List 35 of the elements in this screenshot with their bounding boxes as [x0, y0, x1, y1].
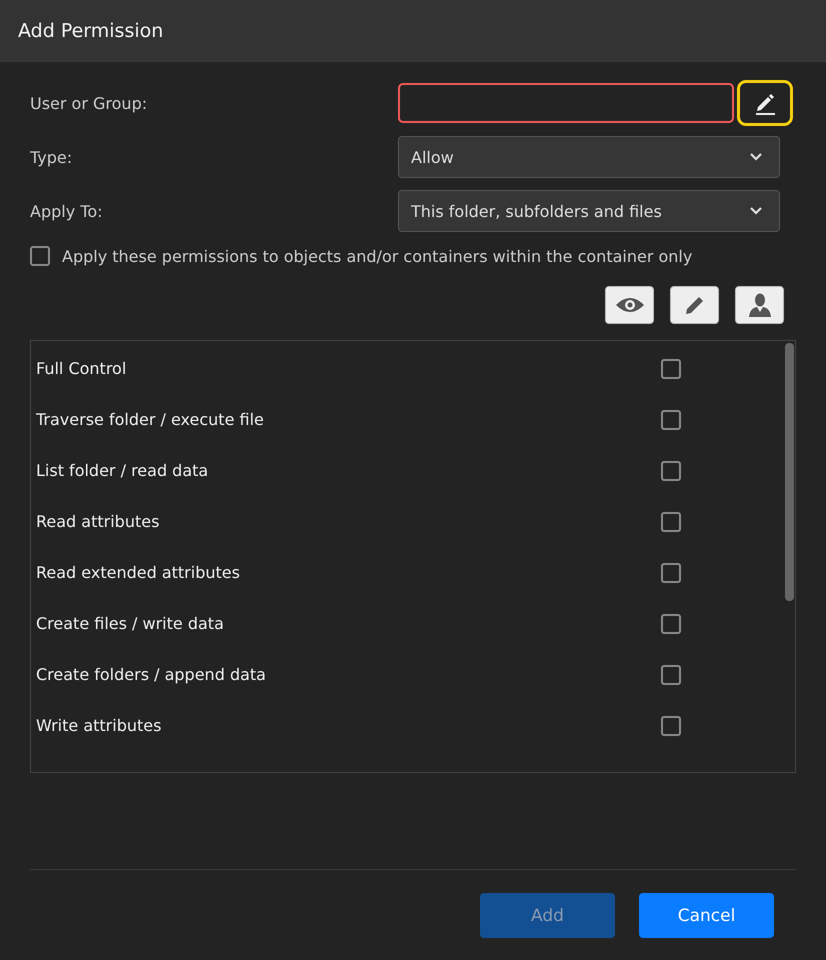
user-or-group-label: User or Group:: [30, 94, 148, 112]
chevron-down-icon: [749, 152, 763, 162]
chevron-down-icon: [749, 206, 763, 216]
permission-name: Traverse folder / execute file: [36, 410, 264, 429]
permission-checkbox[interactable]: [661, 460, 681, 480]
permission-name: Create files / write data: [36, 614, 224, 633]
permission-name: Create folders / append data: [36, 665, 266, 684]
permission-checkbox[interactable]: [661, 716, 681, 736]
cancel-button[interactable]: Cancel: [639, 893, 774, 938]
user-button[interactable]: [735, 286, 784, 324]
edit-user-button[interactable]: [737, 80, 793, 126]
scrollbar[interactable]: [785, 343, 794, 601]
view-button[interactable]: [605, 286, 654, 324]
checkbox[interactable]: [30, 246, 50, 266]
edit-button[interactable]: [670, 286, 719, 324]
type-dropdown[interactable]: Allow: [398, 136, 780, 178]
permission-checkbox[interactable]: [661, 410, 681, 430]
permission-name: Write attributes: [36, 716, 162, 735]
permission-checkbox[interactable]: [661, 562, 681, 582]
permission-checkbox[interactable]: [661, 512, 681, 532]
permission-checkbox[interactable]: [661, 664, 681, 684]
eye-icon: [614, 296, 644, 314]
permission-name: Read attributes: [36, 512, 160, 531]
permission-name: List folder / read data: [36, 461, 208, 480]
permission-name: Read extended attributes: [36, 563, 240, 582]
permission-checkbox[interactable]: [661, 614, 681, 634]
permission-name: Full Control: [36, 359, 126, 378]
window-title: Add Permission: [18, 20, 164, 42]
checkbox-label: Apply these permissions to objects and/or containers within the container only: [62, 246, 692, 266]
permission-checkbox[interactable]: [661, 358, 681, 378]
user-or-group-field[interactable]: [398, 83, 734, 123]
apply-to-label: Apply To:: [30, 202, 104, 220]
apply-to-dropdown[interactable]: This folder, subfolders and files: [398, 190, 780, 232]
type-label: Type:: [30, 148, 74, 166]
person-icon: [746, 292, 772, 318]
